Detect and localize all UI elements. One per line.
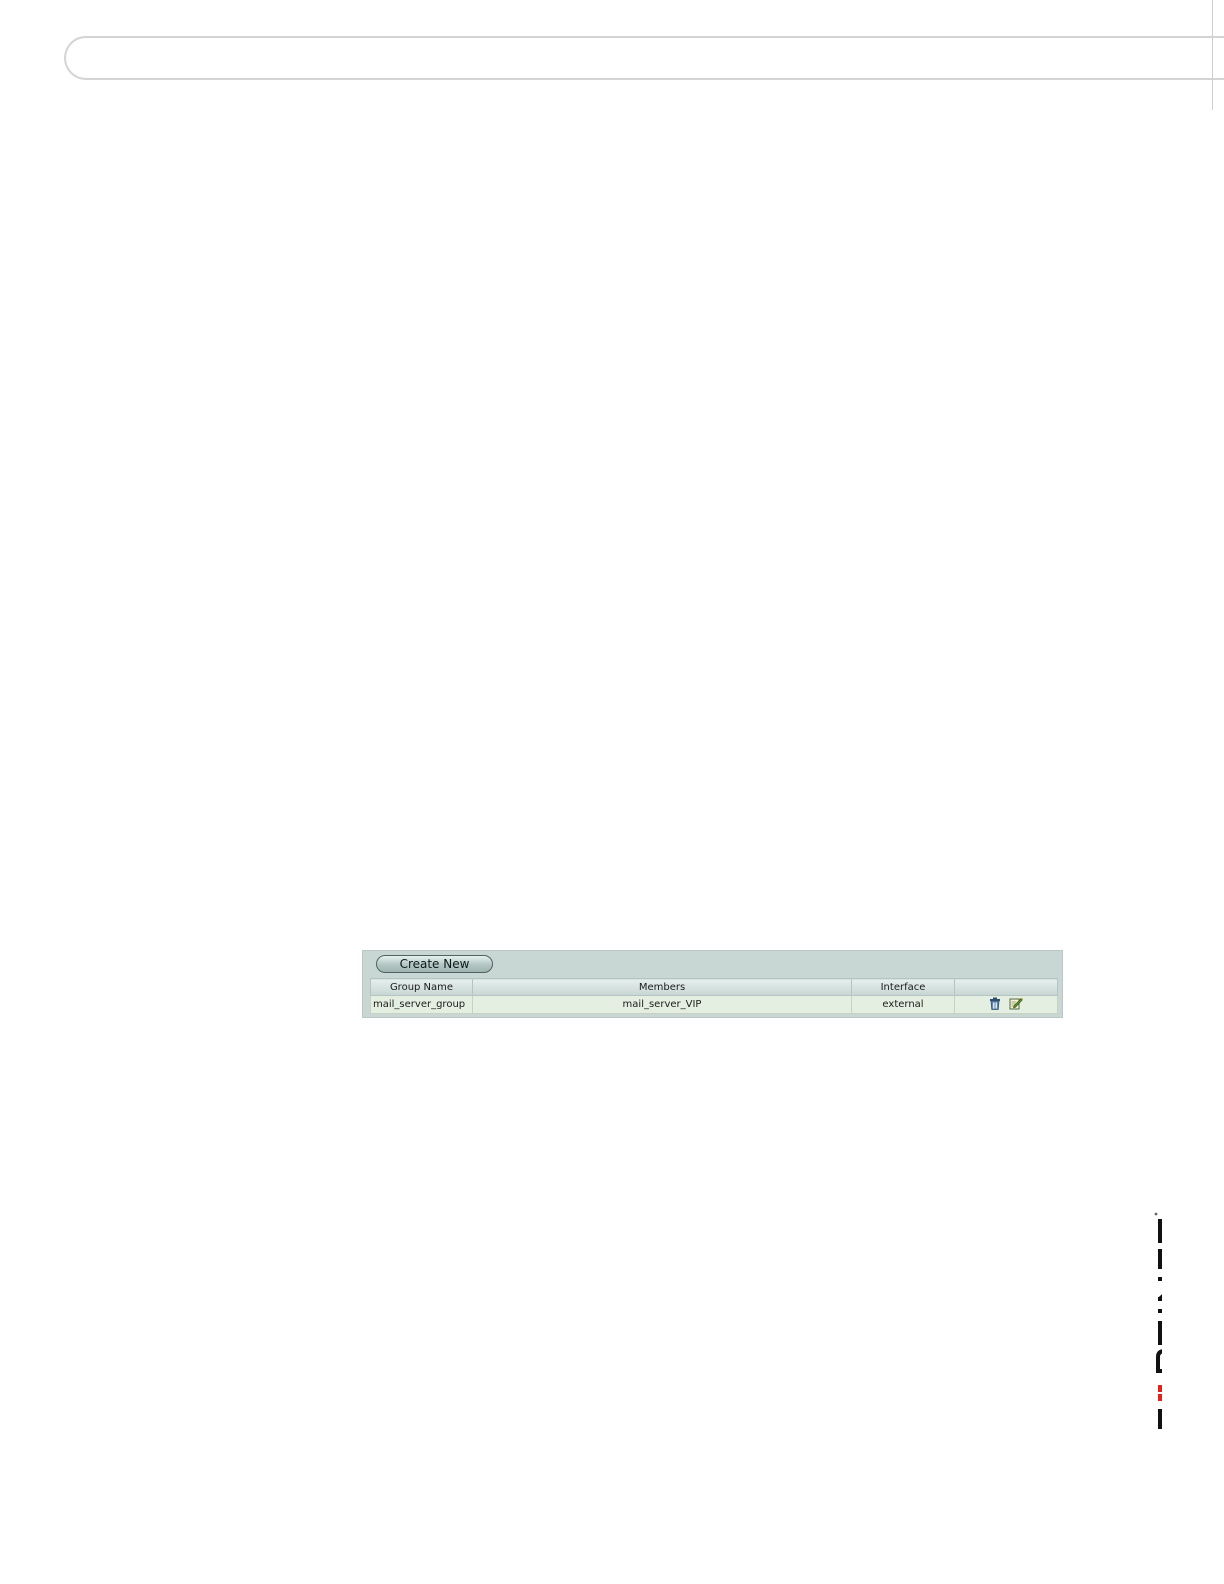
table-row: mail_server_group mail_server_VIP extern… xyxy=(370,995,1058,1014)
table-header-row: Group Name Members Interface xyxy=(370,978,1058,996)
members-cell: mail_server_VIP xyxy=(472,995,852,1014)
edit-icon[interactable] xyxy=(1009,997,1023,1013)
column-header-actions xyxy=(954,978,1058,996)
fortinet-logo xyxy=(1126,1196,1186,1432)
column-header-members: Members xyxy=(472,978,852,996)
page-header-bar xyxy=(64,36,1224,80)
page-edge-divider xyxy=(1212,0,1213,110)
column-header-interface: Interface xyxy=(851,978,955,996)
actions-cell xyxy=(954,995,1058,1014)
vip-group-table: Group Name Members Interface mail_server… xyxy=(370,978,1058,1014)
group-name-cell: mail_server_group xyxy=(370,995,473,1014)
delete-icon[interactable] xyxy=(989,997,1001,1013)
interface-cell: external xyxy=(851,995,955,1014)
column-header-group-name: Group Name xyxy=(370,978,473,996)
vip-group-list-panel: Create New Group Name Members Interface … xyxy=(362,950,1063,1018)
create-new-button[interactable]: Create New xyxy=(376,955,493,973)
